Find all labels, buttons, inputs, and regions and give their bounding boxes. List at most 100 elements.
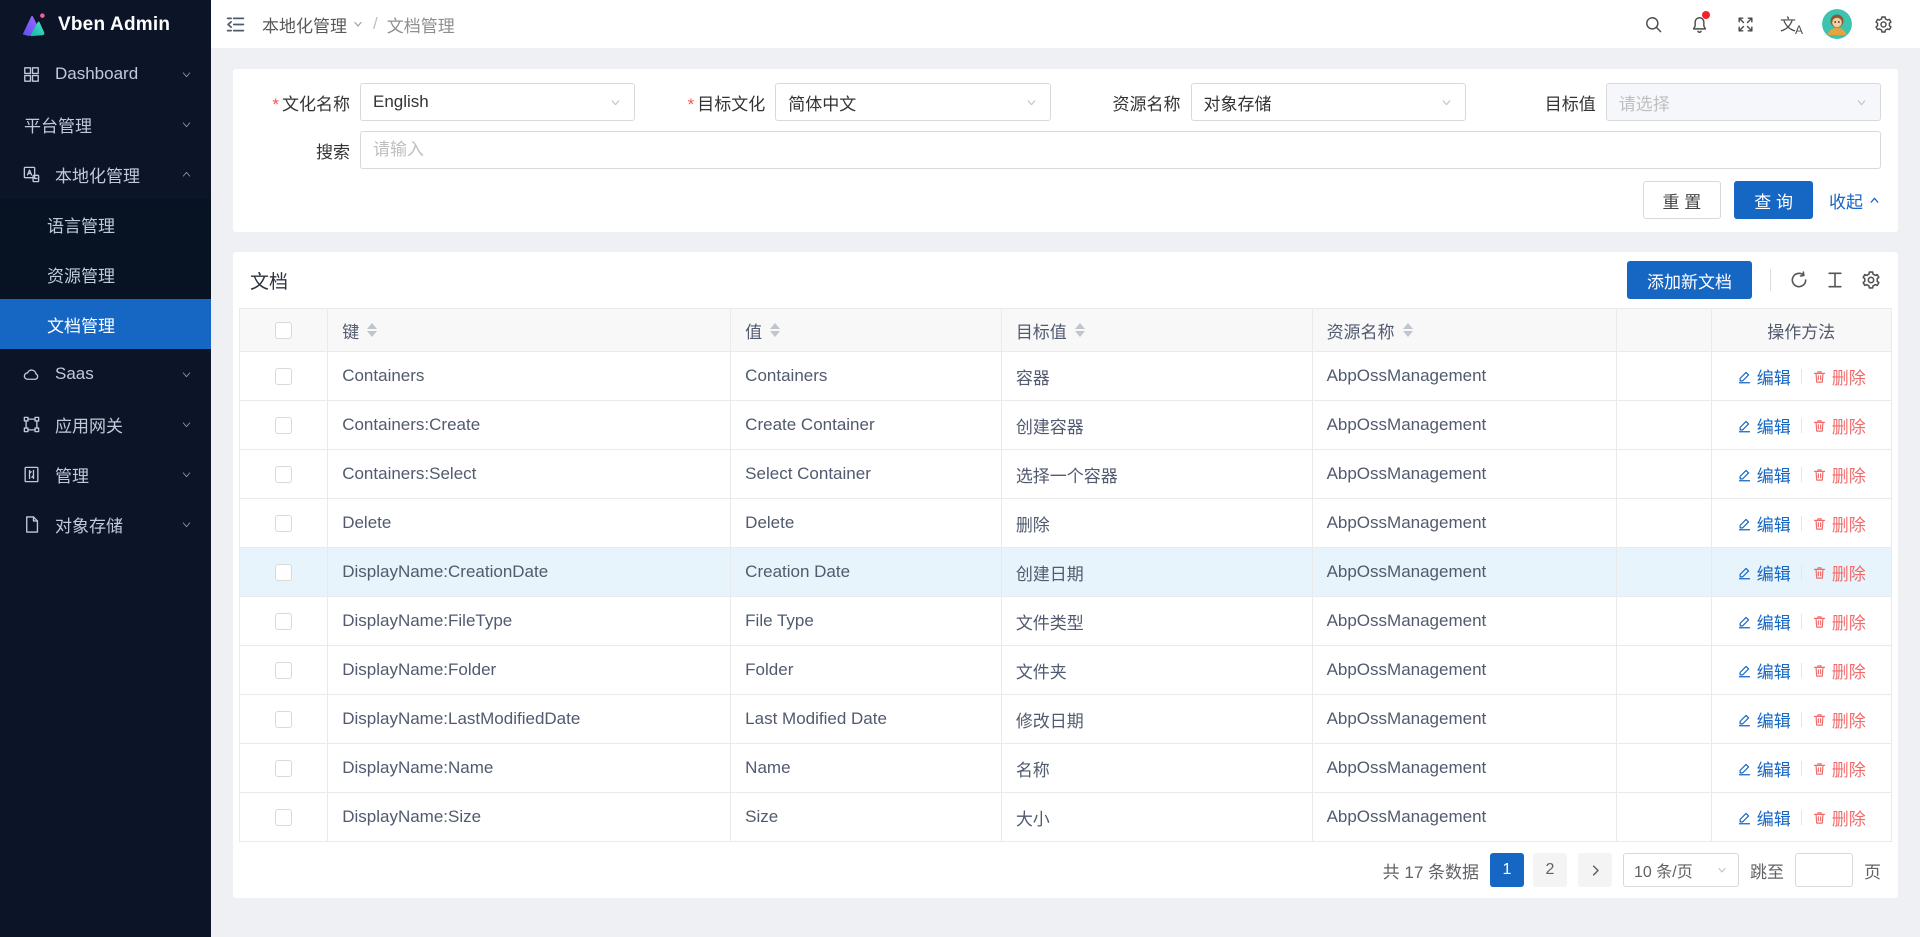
- delete-button[interactable]: 删除: [1812, 413, 1866, 438]
- cell-target: 选择一个容器: [1001, 450, 1312, 499]
- cell-actions: 编辑删除: [1711, 646, 1891, 695]
- cell-resource: AbpOssManagement: [1312, 695, 1617, 744]
- user-avatar[interactable]: [1822, 9, 1852, 39]
- sort-carets-icon[interactable]: [770, 323, 780, 337]
- sidebar-item-platform[interactable]: 平台管理: [0, 99, 211, 149]
- edit-button[interactable]: 编辑: [1737, 756, 1791, 781]
- notification-bell-icon[interactable]: [1680, 5, 1718, 43]
- cell-value: Name: [731, 744, 1002, 793]
- delete-button[interactable]: 删除: [1812, 609, 1866, 634]
- table-row: DisplayName:FolderFolder文件夹AbpOssManagem…: [240, 646, 1892, 695]
- edit-button[interactable]: 编辑: [1737, 364, 1791, 389]
- edit-button[interactable]: 编辑: [1737, 560, 1791, 585]
- delete-button[interactable]: 删除: [1812, 560, 1866, 585]
- delete-button[interactable]: 删除: [1812, 756, 1866, 781]
- cell-value: Last Modified Date: [731, 695, 1002, 744]
- cell-target: 容器: [1001, 352, 1312, 401]
- delete-button[interactable]: 删除: [1812, 462, 1866, 487]
- delete-button[interactable]: 删除: [1812, 805, 1866, 830]
- page-size-select[interactable]: 10 条/页: [1623, 853, 1739, 887]
- row-checkbox[interactable]: [275, 809, 292, 826]
- sidebar-fold-icon[interactable]: [225, 14, 246, 35]
- sidebar-subitem-label: 资源管理: [47, 262, 115, 287]
- app-logo[interactable]: Vben Admin: [0, 0, 211, 49]
- fullscreen-icon[interactable]: [1726, 5, 1764, 43]
- row-checkbox[interactable]: [275, 564, 292, 581]
- row-checkbox[interactable]: [275, 515, 292, 532]
- chevron-up-icon: [1868, 194, 1881, 207]
- target-value-select[interactable]: 请选择: [1606, 83, 1881, 121]
- refresh-icon[interactable]: [1789, 270, 1809, 290]
- cell-key: Containers:Create: [328, 401, 731, 450]
- culture-name-select[interactable]: English: [360, 83, 635, 121]
- topbar: 本地化管理 / 文档管理: [211, 0, 1920, 49]
- row-checkbox[interactable]: [275, 417, 292, 434]
- search-icon[interactable]: [1634, 5, 1672, 43]
- column-header-target: 目标值: [1016, 318, 1067, 343]
- table-row: Containers:SelectSelect Container选择一个容器A…: [240, 450, 1892, 499]
- edit-button[interactable]: 编辑: [1737, 413, 1791, 438]
- sidebar-subitem-language[interactable]: 语言管理: [0, 199, 211, 249]
- row-checkbox[interactable]: [275, 662, 292, 679]
- resource-name-select[interactable]: 对象存储: [1191, 83, 1466, 121]
- select-all-checkbox[interactable]: [275, 322, 292, 339]
- page-button-1[interactable]: 1: [1490, 853, 1524, 887]
- edit-button[interactable]: 编辑: [1737, 609, 1791, 634]
- search-input[interactable]: [360, 131, 1881, 169]
- chevron-down-icon: [180, 368, 193, 381]
- row-checkbox[interactable]: [275, 760, 292, 777]
- row-height-icon[interactable]: [1825, 270, 1845, 290]
- sort-carets-icon[interactable]: [1403, 323, 1413, 337]
- sidebar-item-admin[interactable]: 管理: [0, 449, 211, 499]
- cell-actions: 编辑删除: [1711, 401, 1891, 450]
- chevron-down-icon: [180, 468, 193, 481]
- logo-icon: [18, 10, 48, 40]
- breadcrumb-parent[interactable]: 本地化管理: [262, 12, 364, 37]
- target-culture-select[interactable]: 简体中文: [775, 83, 1050, 121]
- row-checkbox[interactable]: [275, 613, 292, 630]
- sidebar-item-localization[interactable]: 本地化管理: [0, 149, 211, 199]
- next-page-button[interactable]: [1578, 853, 1612, 887]
- delete-button[interactable]: 删除: [1812, 707, 1866, 732]
- language-switch-icon[interactable]: 文A: [1772, 5, 1810, 43]
- chevron-down-icon: [1025, 96, 1038, 109]
- trash-icon: [1812, 467, 1827, 482]
- jump-page-input[interactable]: [1795, 853, 1853, 887]
- edit-button[interactable]: 编辑: [1737, 707, 1791, 732]
- sidebar-item-saas[interactable]: Saas: [0, 349, 211, 399]
- query-button[interactable]: 查 询: [1734, 181, 1813, 219]
- delete-button[interactable]: 删除: [1812, 511, 1866, 536]
- sidebar-item-dashboard[interactable]: Dashboard: [0, 49, 211, 99]
- edit-button[interactable]: 编辑: [1737, 805, 1791, 830]
- sidebar-subitem-document[interactable]: 文档管理: [0, 299, 211, 349]
- sidebar-item-oss[interactable]: 对象存储: [0, 499, 211, 549]
- collapse-filter-link[interactable]: 收起: [1829, 188, 1881, 213]
- trash-icon: [1812, 712, 1827, 727]
- field-label: 资源名称: [1081, 90, 1181, 115]
- cell-actions: 编辑删除: [1711, 744, 1891, 793]
- cell-resource: AbpOssManagement: [1312, 401, 1617, 450]
- page-button-2[interactable]: 2: [1533, 853, 1567, 887]
- sidebar-item-label: 应用网关: [55, 412, 180, 437]
- edit-button[interactable]: 编辑: [1737, 511, 1791, 536]
- cell-target: 文件夹: [1001, 646, 1312, 695]
- row-checkbox[interactable]: [275, 711, 292, 728]
- sidebar-item-label: Saas: [55, 364, 180, 384]
- row-checkbox[interactable]: [275, 368, 292, 385]
- sidebar-item-gateway[interactable]: 应用网关: [0, 399, 211, 449]
- edit-button[interactable]: 编辑: [1737, 462, 1791, 487]
- reset-button[interactable]: 重 置: [1643, 181, 1722, 219]
- sort-carets-icon[interactable]: [1075, 323, 1085, 337]
- sort-carets-icon[interactable]: [367, 323, 377, 337]
- column-settings-gear-icon[interactable]: [1861, 270, 1881, 290]
- main-area: 本地化管理 / 文档管理: [211, 0, 1920, 937]
- settings-gear-icon[interactable]: [1864, 5, 1902, 43]
- trash-icon: [1812, 369, 1827, 384]
- delete-button[interactable]: 删除: [1812, 364, 1866, 389]
- cell-target: 创建容器: [1001, 401, 1312, 450]
- delete-button[interactable]: 删除: [1812, 658, 1866, 683]
- add-document-button[interactable]: 添加新文档: [1627, 261, 1752, 299]
- edit-button[interactable]: 编辑: [1737, 658, 1791, 683]
- sidebar-subitem-resource[interactable]: 资源管理: [0, 249, 211, 299]
- row-checkbox[interactable]: [275, 466, 292, 483]
